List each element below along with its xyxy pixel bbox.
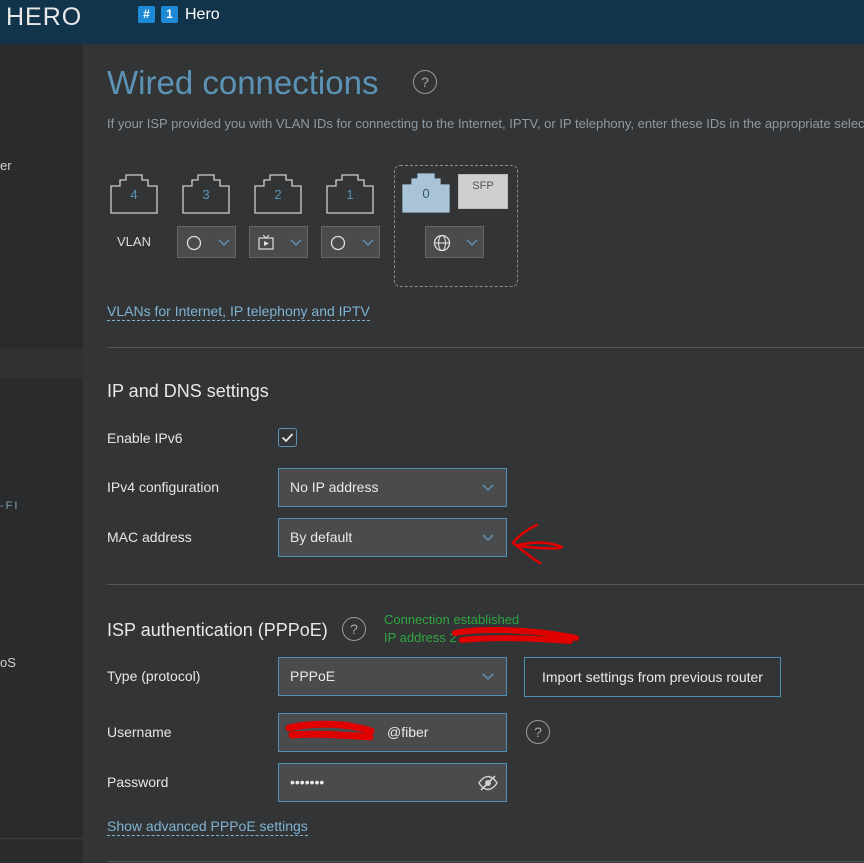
redaction-annotations [285,523,579,741]
username-redaction-scribble [285,720,375,741]
arrow-annotation-shaft [516,541,564,550]
ip-redaction-scribble [452,626,579,644]
